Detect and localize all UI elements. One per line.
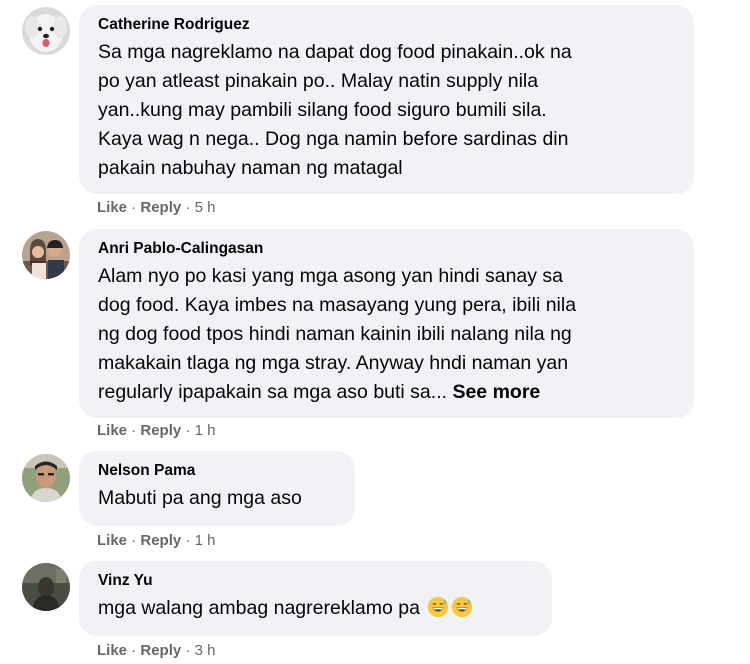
separator: · (127, 422, 141, 439)
comment-text: Mabuti pa ang mga aso (98, 484, 337, 513)
timestamp[interactable]: 3 h (195, 642, 216, 659)
separator: · (181, 199, 195, 216)
separator: · (181, 642, 195, 659)
comment-line: mga walang ambag nagrereklamo pa (98, 594, 534, 623)
avatar[interactable] (22, 563, 70, 611)
grinning-sweat-emoji-icon (451, 596, 473, 618)
comment-actions: Like · Reply · 1 h (97, 422, 215, 440)
separator: · (181, 532, 195, 549)
comment-bubble: Anri Pablo-Calingasan Alam nyo po kasi y… (79, 229, 694, 418)
comment-line-text: mga walang ambag nagrereklamo pa (98, 597, 420, 619)
like-link[interactable]: Like (97, 199, 127, 216)
comment-line: makakain tlaga ng mga stray. Anyway hndi… (98, 352, 569, 374)
comment-author[interactable]: Vinz Yu (98, 571, 534, 591)
avatar[interactable] (22, 454, 70, 502)
separator: · (127, 642, 141, 659)
comment-line: yan..kung may pambili silang food siguro… (98, 99, 547, 121)
like-link[interactable]: Like (97, 642, 127, 659)
comment-line: po yan atleast pinakain po.. Malay natin… (98, 70, 539, 92)
comment-text: mga walang ambag nagrereklamo pa (98, 594, 534, 623)
comment-author[interactable]: Nelson Pama (98, 461, 337, 481)
separator: · (181, 422, 195, 439)
separator: · (127, 532, 141, 549)
comment-actions: Like · Reply · 3 h (97, 642, 215, 660)
comment-line: Sa mga nagreklamo na dapat dog food pina… (98, 41, 572, 63)
timestamp[interactable]: 1 h (195, 422, 216, 439)
comment-bubble: Vinz Yu mga walang ambag nagrereklamo pa (79, 561, 552, 636)
like-link[interactable]: Like (97, 532, 127, 549)
reply-link[interactable]: Reply (140, 642, 181, 659)
timestamp[interactable]: 5 h (195, 199, 216, 216)
reply-link[interactable]: Reply (140, 422, 181, 439)
reply-link[interactable]: Reply (140, 532, 181, 549)
comment-line-text: regularly ipapakain sa mga aso buti sa..… (98, 381, 448, 403)
comment-line: Alam nyo po kasi yang mga asong yan hind… (98, 265, 564, 287)
like-link[interactable]: Like (97, 422, 127, 439)
reply-link[interactable]: Reply (140, 199, 181, 216)
comment-line: regularly ipapakain sa mga aso buti sa..… (98, 378, 676, 407)
grinning-sweat-emoji-icon (427, 596, 449, 618)
comment-actions: Like · Reply · 1 h (97, 532, 215, 550)
comment-line: pakain nabuhay naman ng matagal (98, 157, 403, 179)
avatar[interactable] (22, 7, 70, 55)
comment-author[interactable]: Catherine Rodriguez (98, 15, 676, 35)
comment-bubble: Nelson Pama Mabuti pa ang mga aso (79, 451, 355, 526)
comment-line: dog food. Kaya imbes na masayang yung pe… (98, 294, 577, 316)
comment-line: Mabuti pa ang mga aso (98, 487, 302, 509)
avatar[interactable] (22, 231, 70, 279)
comment-bubble: Catherine Rodriguez Sa mga nagreklamo na… (79, 5, 694, 194)
see-more-link[interactable]: See more (452, 381, 540, 403)
comment-author[interactable]: Anri Pablo-Calingasan (98, 239, 676, 259)
comment-line: Kaya wag n nega.. Dog nga namin before s… (98, 128, 569, 150)
comment-actions: Like · Reply · 5 h (97, 199, 215, 217)
timestamp[interactable]: 1 h (195, 532, 216, 549)
separator: · (127, 199, 141, 216)
comment-text: Alam nyo po kasi yang mga asong yan hind… (98, 262, 676, 407)
comment-line: ng dog food tpos hindi naman kainin ibil… (98, 323, 572, 345)
comment-text: Sa mga nagreklamo na dapat dog food pina… (98, 38, 676, 183)
